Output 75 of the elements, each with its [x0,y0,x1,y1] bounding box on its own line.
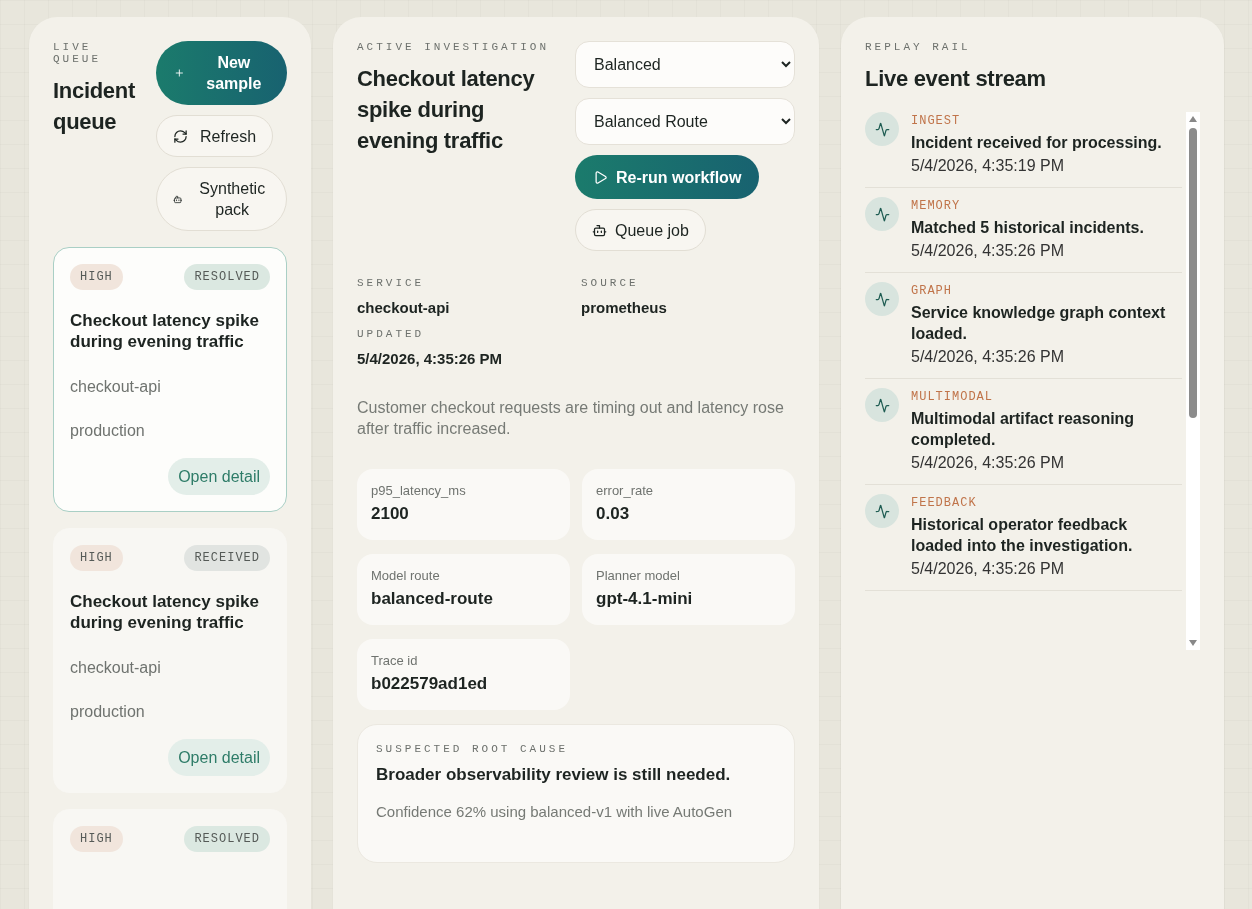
event-stage: FEEDBACK [911,496,978,510]
environment-name: production [70,422,146,440]
environment-name: production [70,703,146,721]
section-label: ACTIVE INVESTIGATION [357,41,551,53]
section-label: LIVE QUEUE [53,41,102,65]
event-time: 5/4/2026, 4:35:26 PM [911,454,1065,472]
plus-icon [174,66,185,80]
panel-title: Live event stream [865,65,1047,93]
robot-icon [592,222,607,238]
incident-title: Checkout latency spike during evening traffic [70,591,260,633]
event-message: Matched 5 historical incidents. [911,218,1144,238]
open-detail-button[interactable]: Open detail [168,458,270,495]
severity-badge: HIGH [70,826,123,852]
play-icon [593,169,608,185]
event-message: Multimodal artifact reasoning completed. [911,409,1136,450]
refresh-icon [173,128,188,144]
activity-icon [865,282,899,316]
confidence-text: Confidence 62% using balanced-v1 with live AutoGen [376,802,734,822]
metric-label: Trace id [371,653,419,668]
metric-value: 2100 [371,504,410,524]
investigation-title: Checkout latency spike during evening traffic [357,65,536,155]
event-message: Historical operator feedback loaded into the investigation. [911,515,1134,556]
incident-title: Checkout latency spike during evening traffic [70,310,260,352]
event-stage: GRAPH [911,284,953,298]
metric-value: 0.03 [596,504,631,524]
severity-badge: HIGH [70,545,123,571]
root-cause-title: Broader observability review is still needed. [376,765,732,785]
queue-job-button[interactable]: Queue job [575,209,706,251]
event-stage: INGEST [911,114,962,128]
event-message: Service knowledge graph context loaded. [911,303,1167,344]
status-badge: RESOLVED [184,826,270,852]
section-label: REPLAY RAIL [865,41,972,53]
status-badge: RESOLVED [184,264,270,290]
service-name: checkout-api [70,659,162,677]
event-time: 5/4/2026, 4:35:19 PM [911,157,1065,175]
rerun-workflow-button[interactable]: Re-run workflow [575,155,760,199]
event-time: 5/4/2026, 4:35:26 PM [911,348,1065,366]
meta-label: UPDATED [357,328,426,340]
activity-icon [865,112,899,146]
metric-label: error_rate [596,483,655,498]
event-message: Incident received for processing. [911,133,1162,153]
mode-select[interactable]: Balanced [575,41,795,88]
activity-icon [865,388,899,422]
event-stage: MEMORY [911,199,962,213]
meta-value: 5/4/2026, 4:35:26 PM [357,350,504,367]
metric-label: p95_latency_ms [371,483,467,498]
event-stage: MULTIMODAL [911,390,994,404]
metric-value: b022579ad1ed [371,674,489,694]
metric-label: Planner model [596,568,681,583]
section-label: SUSPECTED ROOT CAUSE [376,743,570,755]
event-time: 5/4/2026, 4:35:26 PM [911,242,1065,260]
meta-value: checkout-api [357,299,451,316]
status-badge: RECEIVED [184,545,270,571]
incident-description: Customer checkout requests are timing out and latency rose after traffic increased. [357,398,785,439]
meta-label: SERVICE [357,277,426,289]
route-select[interactable]: Balanced Route [575,98,795,145]
severity-badge: HIGH [70,264,123,290]
meta-label: SOURCE [581,277,640,289]
scrollbar[interactable] [1186,112,1200,650]
incident-card[interactable]: HIGH RESOLVED Checkout latency spike during evening traffic checkout-api production Open detail [53,247,287,512]
refresh-button[interactable]: Refresh [156,115,274,157]
metric-value: gpt-4.1-mini [596,589,694,609]
metric-label: Model route [371,568,441,583]
activity-icon [865,494,899,528]
event-time: 5/4/2026, 4:35:26 PM [911,560,1065,578]
incident-card[interactable]: HIGH RECEIVED Checkout latency spike during evening traffic checkout-api production Open detail [53,528,287,793]
open-detail-button[interactable]: Open detail [168,739,270,776]
new-sample-button[interactable]: New sample [156,41,287,105]
panel-title: Incident queue [53,77,136,136]
metric-value: balanced-route [371,589,494,609]
activity-icon [865,197,899,231]
meta-value: prometheus [581,299,668,316]
service-name: checkout-api [70,378,162,396]
incident-card[interactable]: HIGH RESOLVED [53,809,287,909]
synthetic-pack-button[interactable]: Synthetic pack [156,167,287,231]
